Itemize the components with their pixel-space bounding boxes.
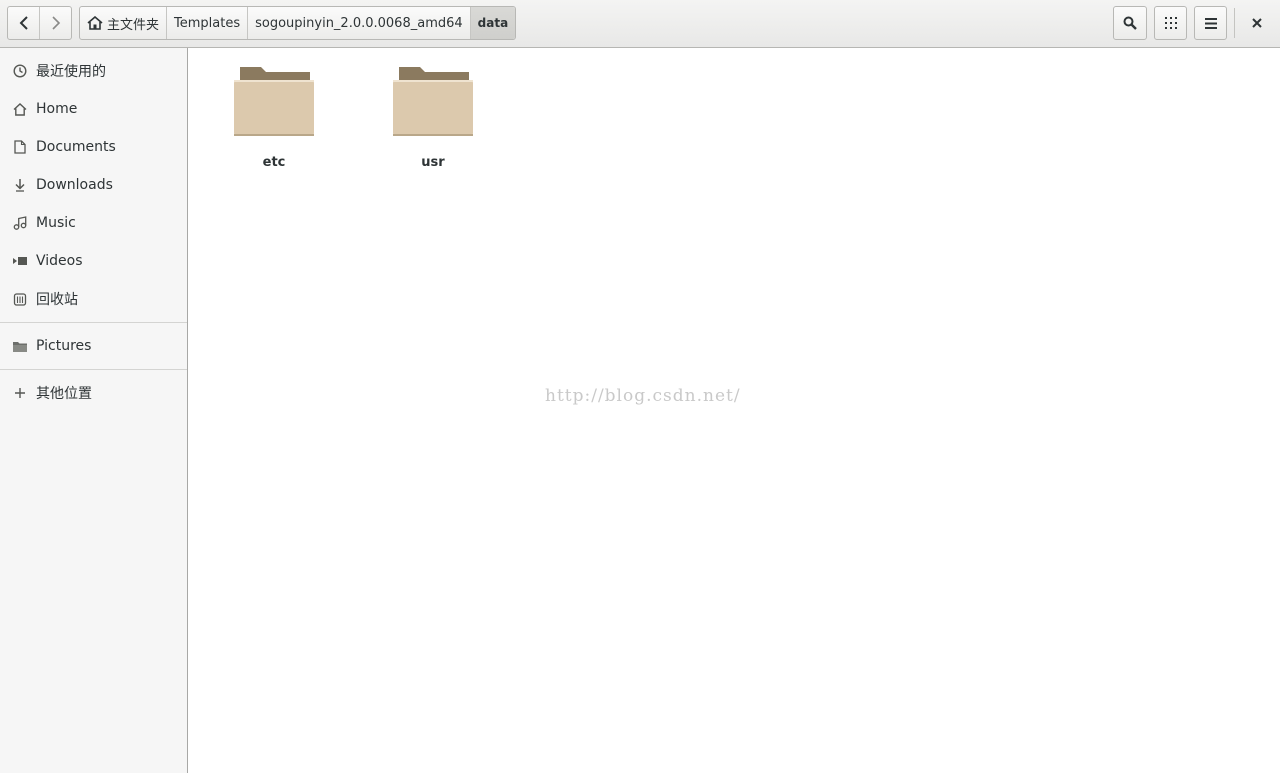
folder-item-etc[interactable]: etc — [219, 63, 329, 170]
breadcrumb-label: sogoupinyin_2.0.0.0068_amd64 — [255, 15, 463, 31]
folder-icon — [393, 67, 473, 136]
sidebar-item-label: Videos — [36, 253, 83, 269]
sidebar-item-downloads[interactable]: Downloads — [0, 168, 187, 202]
folder-icon — [234, 67, 314, 136]
breadcrumb-label: 主文件夹 — [107, 17, 160, 33]
chevron-left-icon — [19, 16, 28, 30]
sidebar-item-label: Documents — [36, 139, 116, 155]
folder-icon — [12, 338, 28, 354]
header-bar: 主文件夹 Templates sogoupinyin_2.0.0.0068_am… — [0, 0, 1280, 48]
sidebar-item-label: Music — [36, 215, 76, 231]
recent-icon — [12, 63, 28, 79]
sidebar-item-home[interactable]: Home — [0, 92, 187, 126]
sidebar-item-label: 其他位置 — [36, 386, 92, 402]
sidebar-separator — [0, 322, 187, 323]
breadcrumb-label: data — [477, 16, 509, 30]
breadcrumb-templates[interactable]: Templates — [166, 7, 247, 39]
breadcrumb-data[interactable]: data — [469, 7, 516, 39]
folder-name: usr — [421, 155, 445, 170]
sidebar-item-other-locations[interactable]: 其他位置 — [0, 376, 187, 410]
sidebar-item-trash[interactable]: 回收站 — [0, 282, 187, 316]
plus-icon — [12, 385, 28, 401]
folder-item-usr[interactable]: usr — [378, 63, 488, 170]
sidebar-separator — [0, 369, 187, 370]
sidebar-item-label: Home — [36, 101, 78, 117]
music-icon — [12, 215, 28, 231]
sidebar-item-documents[interactable]: Documents — [0, 130, 187, 164]
navigation-buttons — [7, 6, 72, 40]
sidebar-item-label: Downloads — [36, 177, 113, 193]
breadcrumb-home[interactable]: 主文件夹 — [80, 7, 166, 39]
video-icon — [12, 253, 28, 269]
search-icon — [1123, 16, 1137, 30]
sidebar-item-videos[interactable]: Videos — [0, 244, 187, 278]
view-mode-button[interactable] — [1154, 6, 1187, 40]
sidebar-item-pictures[interactable]: Pictures — [0, 329, 187, 363]
menu-button[interactable] — [1194, 6, 1227, 40]
watermark-text: http://blog.csdn.net/ — [545, 386, 741, 406]
breadcrumb: 主文件夹 Templates sogoupinyin_2.0.0.0068_am… — [79, 6, 517, 40]
header-separator — [1234, 8, 1235, 38]
folder-name: etc — [262, 155, 286, 170]
document-icon — [12, 139, 28, 155]
breadcrumb-label: Templates — [174, 15, 241, 31]
sidebar-item-recent[interactable]: 最近使用的 — [0, 54, 187, 88]
close-icon — [1252, 18, 1262, 28]
chevron-right-icon — [52, 16, 60, 30]
close-window-button[interactable] — [1243, 6, 1271, 40]
home-icon — [87, 16, 103, 30]
sidebar-item-label: Pictures — [36, 338, 92, 354]
breadcrumb-sogoupinyin[interactable]: sogoupinyin_2.0.0.0068_amd64 — [247, 7, 470, 39]
sidebar: 最近使用的 Home Documents Downloads Music Vid… — [0, 48, 188, 773]
sidebar-item-label: 最近使用的 — [36, 64, 106, 80]
sidebar-item-label: 回收站 — [36, 292, 78, 308]
search-button[interactable] — [1113, 6, 1147, 40]
forward-button[interactable] — [39, 7, 71, 39]
file-view: etc usr http://blog.csdn.net/ — [189, 49, 1280, 773]
trash-icon — [12, 291, 28, 307]
home-icon — [12, 101, 28, 117]
hamburger-menu-icon — [1204, 17, 1217, 29]
sidebar-item-music[interactable]: Music — [0, 206, 187, 240]
download-icon — [12, 177, 28, 193]
grid-icon — [1164, 17, 1177, 29]
back-button[interactable] — [8, 7, 39, 39]
